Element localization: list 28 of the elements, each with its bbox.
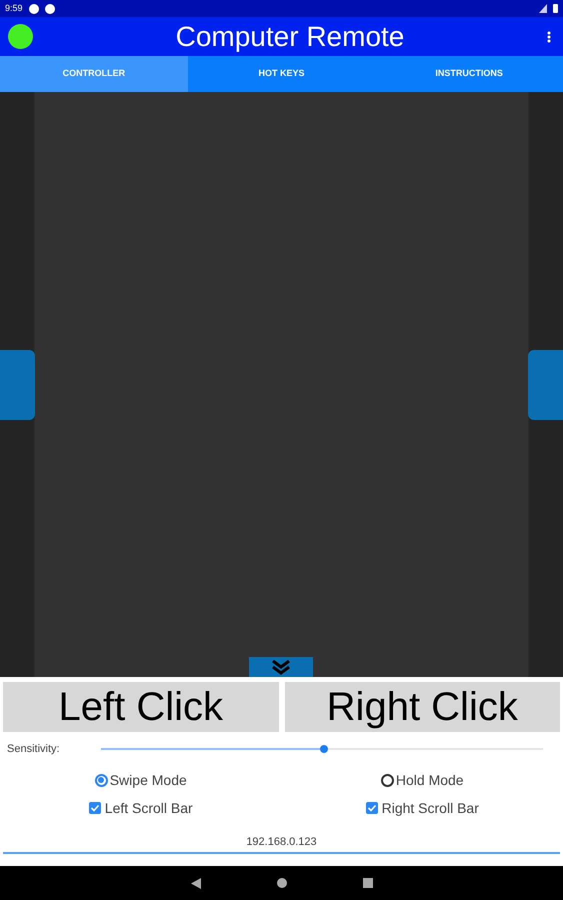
more-menu-icon[interactable] <box>547 30 551 42</box>
back-icon[interactable] <box>190 878 200 888</box>
ip-address-field[interactable]: 192.168.0.123 <box>3 832 560 854</box>
connection-status-icon <box>8 24 33 49</box>
app-title: Computer Remote <box>174 22 406 50</box>
click-button[interactable]: Left Click <box>3 682 278 732</box>
scroll-handle[interactable] <box>528 350 563 420</box>
sensitivity-slider[interactable] <box>101 744 543 754</box>
signal-icon <box>539 4 547 13</box>
checkmark-icon <box>90 803 100 813</box>
mode-radio[interactable]: Hold Mode <box>380 770 464 790</box>
scroll-strip[interactable] <box>528 92 563 677</box>
scroll-bar-checkbox[interactable]: Left Scroll Bar <box>88 798 193 818</box>
click-button[interactable]: Right Click <box>284 682 560 732</box>
sensitivity-label: Sensitivity: <box>7 742 61 757</box>
collapse-button[interactable] <box>249 657 313 677</box>
mode-radio[interactable]: Swipe Mode <box>94 770 187 790</box>
double-chevron-down-icon <box>271 659 291 675</box>
checkmark-icon <box>366 803 377 813</box>
scroll-bar-checkbox[interactable]: Right Scroll Bar <box>366 798 479 818</box>
scroll-strip[interactable] <box>0 92 35 677</box>
battery-icon <box>553 4 558 13</box>
notification-icon <box>44 4 55 14</box>
scroll-handle[interactable] <box>0 350 35 420</box>
notification-icon <box>28 4 39 14</box>
status-time: 9:59 <box>5 2 23 15</box>
recents-icon[interactable] <box>362 878 372 888</box>
home-icon[interactable] <box>276 878 286 888</box>
